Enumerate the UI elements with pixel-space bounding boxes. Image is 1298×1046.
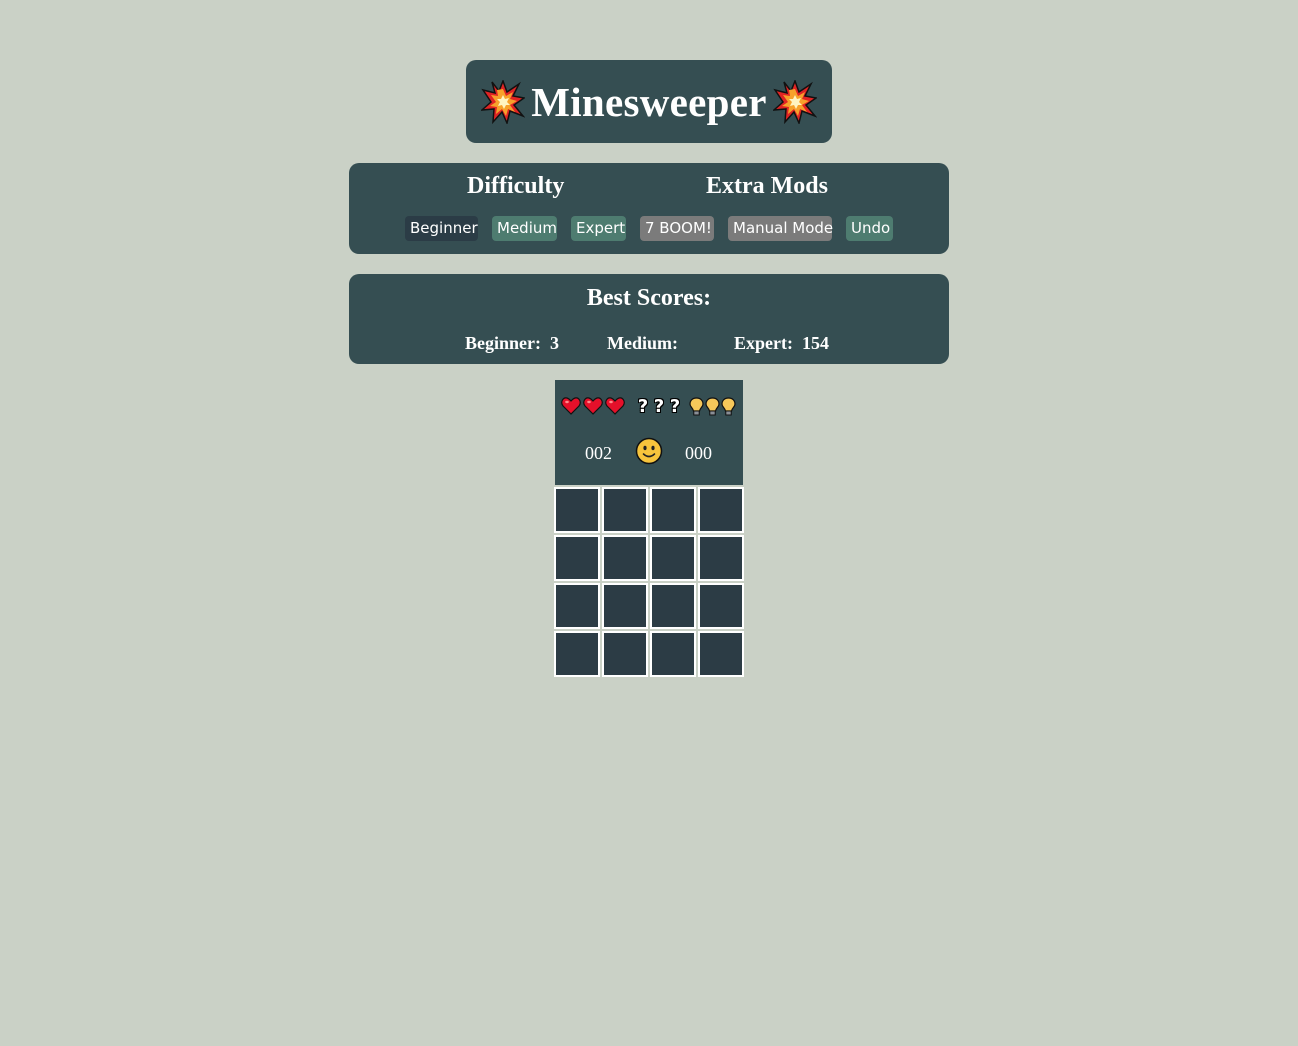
expert-button[interactable]: Expert <box>571 216 626 241</box>
title-banner: Minesweeper <box>466 60 832 143</box>
heart-icon <box>561 397 581 415</box>
game-header: ? ? ? 002 000 <box>555 380 743 485</box>
question-mark-icon: ? <box>653 396 665 417</box>
score-expert: Expert: 154 <box>734 333 829 354</box>
medium-button[interactable]: Medium <box>492 216 557 241</box>
lightbulb-icon[interactable] <box>689 397 704 417</box>
manual-mode-button[interactable]: Manual Mode <box>728 216 833 241</box>
undo-button[interactable]: Undo <box>846 216 893 241</box>
mystery-marks: ? ? ? <box>636 397 682 417</box>
controls-panel: Difficulty Extra Mods Beginner Medium Ex… <box>349 163 949 254</box>
board-cell[interactable] <box>554 535 600 581</box>
heart-icon <box>605 397 625 415</box>
game-board <box>554 487 744 677</box>
board-cell[interactable] <box>698 535 744 581</box>
question-mark-icon: ? <box>637 396 649 417</box>
lightbulb-icon[interactable] <box>705 397 720 417</box>
lightbulb-icon[interactable] <box>721 397 736 417</box>
board-cell[interactable] <box>602 487 648 533</box>
score-beginner: Beginner: 3 <box>465 333 559 354</box>
board-cell[interactable] <box>698 631 744 677</box>
score-expert-value: 154 <box>801 333 829 353</box>
score-expert-label: Expert: <box>734 333 793 353</box>
board-cell[interactable] <box>650 535 696 581</box>
board-cell[interactable] <box>554 631 600 677</box>
board-cell[interactable] <box>698 487 744 533</box>
difficulty-heading: Difficulty <box>467 173 565 199</box>
board-cell[interactable] <box>554 583 600 629</box>
board-cell[interactable] <box>650 631 696 677</box>
timer: 000 <box>685 443 712 463</box>
mine-counter: 002 <box>585 443 612 463</box>
board-cell[interactable] <box>602 631 648 677</box>
question-mark-icon: ? <box>669 396 681 417</box>
score-medium: Medium: <box>607 333 687 354</box>
heart-icon <box>583 397 603 415</box>
collision-icon <box>481 79 526 124</box>
page-title: Minesweeper <box>531 78 767 125</box>
smiley-face-icon[interactable] <box>635 437 663 465</box>
board-cell[interactable] <box>554 487 600 533</box>
best-scores-title: Best Scores: <box>586 285 712 311</box>
seven-boom-button[interactable]: 7 BOOM! <box>640 216 714 241</box>
board-cell[interactable] <box>650 487 696 533</box>
score-beginner-value: 3 <box>550 333 559 353</box>
board-cell[interactable] <box>602 583 648 629</box>
board-cell[interactable] <box>602 535 648 581</box>
lives-indicator <box>561 397 625 415</box>
score-beginner-label: Beginner: <box>465 333 541 353</box>
beginner-button[interactable]: Beginner <box>405 216 478 241</box>
board-cell[interactable] <box>698 583 744 629</box>
collision-icon <box>772 79 817 124</box>
score-medium-label: Medium: <box>607 333 678 353</box>
best-scores-panel: Best Scores: Beginner: 3 Medium: Expert: 1… <box>349 274 949 364</box>
board-cell[interactable] <box>650 583 696 629</box>
hints-indicator[interactable] <box>689 397 736 417</box>
extra-mods-heading: Extra Mods <box>706 173 828 199</box>
